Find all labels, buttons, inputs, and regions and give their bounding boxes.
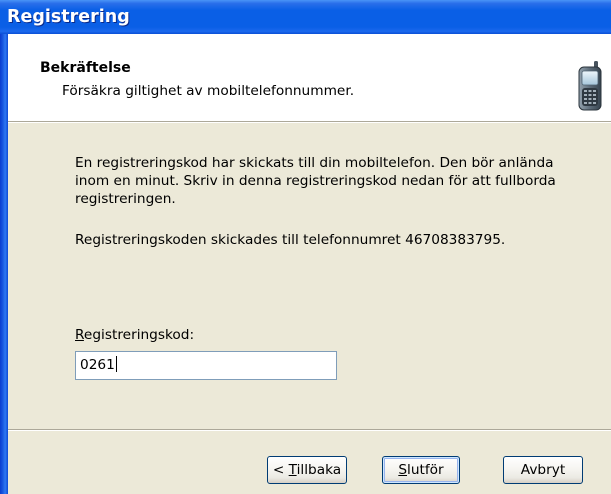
- registration-code-label: Registreringskod:: [75, 327, 195, 343]
- header-title: Bekräftelse: [40, 60, 131, 76]
- registration-code-input[interactable]: 0261: [75, 351, 337, 380]
- title-bar[interactable]: Registrering: [0, 0, 611, 34]
- message-line: registreringen.: [75, 191, 176, 207]
- text-caret: [115, 356, 117, 372]
- header-subtitle: Försäkra giltighet av mobiltelefonnummer…: [62, 83, 355, 99]
- registration-wizard-window: Registrering Bekräftelse Försäkra giltig…: [0, 0, 611, 494]
- back-button[interactable]: < Tillbaka: [267, 456, 347, 484]
- window-title: Registrering: [7, 7, 130, 27]
- wizard-content: En registreringskod har skickats till di…: [8, 123, 611, 494]
- registration-code-value: 0261: [80, 357, 115, 373]
- message-line: En registreringskod har skickats till di…: [75, 155, 554, 171]
- mobile-phone-icon: [577, 61, 603, 111]
- phone-number-info: Registreringskoden skickades till telefo…: [75, 232, 506, 248]
- message-line: inom en minut. Skriv in denna registreri…: [75, 173, 556, 189]
- finish-button[interactable]: Slutför: [382, 456, 460, 484]
- cancel-button[interactable]: Avbryt: [503, 456, 583, 484]
- window-frame-left: [0, 34, 8, 494]
- wizard-header: Bekräftelse Försäkra giltighet av mobilt…: [8, 34, 611, 121]
- footer-separator: [8, 429, 611, 431]
